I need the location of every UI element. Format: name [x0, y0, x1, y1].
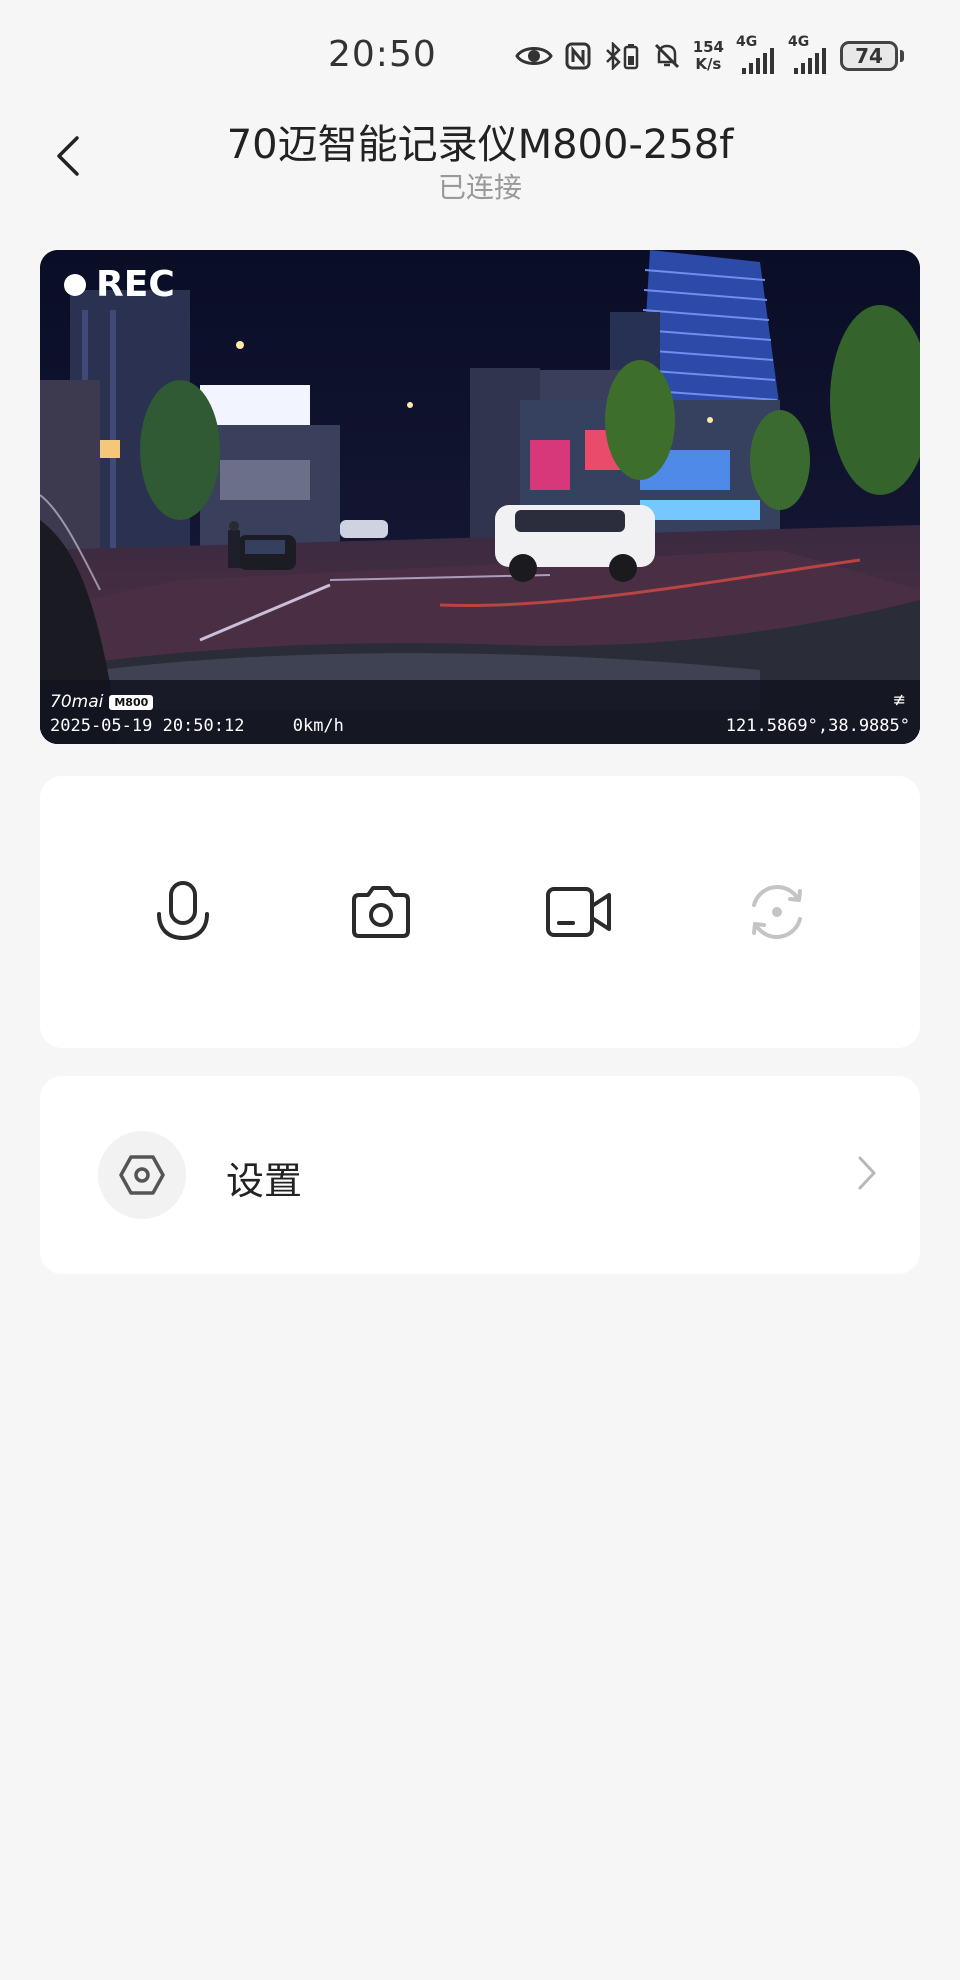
snapshot-button[interactable] — [326, 857, 436, 967]
status-time: 20:50 — [328, 34, 437, 75]
video-watermark-info: 2025-05-19 20:50:12 0km/h 121.5869°,38.9… — [50, 716, 910, 736]
nfc-icon — [565, 36, 591, 76]
status-icons: 154 K/s 4G 4G 74 — [514, 34, 904, 76]
signal-icon: 4G — [736, 34, 776, 76]
eye-icon — [514, 36, 553, 76]
rec-indicator: REC — [64, 264, 175, 305]
record-dot-icon — [64, 273, 86, 296]
status-bar: 20:50 154 K/s 4G 4G 74 — [0, 0, 960, 112]
switch-camera-icon — [752, 885, 802, 939]
chevron-right-icon — [856, 1154, 878, 1196]
camera-icon — [352, 886, 410, 938]
header: 70迈智能记录仪M800-258f 已连接 — [0, 100, 960, 210]
video-coords: 121.5869°,38.9885° — [725, 716, 910, 736]
settings-icon-wrap — [98, 1131, 186, 1219]
connection-status: 已连接 — [437, 171, 522, 204]
video-datetime: 2025-05-19 20:50:12 — [50, 716, 245, 736]
page-title: 70迈智能记录仪M800-258f — [226, 122, 734, 168]
hexagon-settings-icon — [119, 1155, 165, 1195]
settings-label: 设置 — [226, 1159, 303, 1203]
network-speed: 154 K/s — [692, 38, 724, 73]
video-speed: 0km/h — [292, 716, 344, 736]
bluetooth-battery-icon — [603, 36, 641, 76]
mute-icon — [653, 36, 681, 76]
video-record-button[interactable] — [524, 857, 634, 967]
watermark-symbol: ≢ — [892, 690, 906, 709]
dashcam-scene — [40, 250, 920, 744]
microphone-icon — [157, 881, 209, 941]
video-camera-icon — [546, 887, 611, 937]
controls-card — [40, 776, 920, 1048]
switch-camera-button[interactable] — [722, 857, 832, 967]
settings-row[interactable]: 设置 — [40, 1076, 920, 1274]
battery-icon: 74 — [840, 36, 904, 76]
video-watermark-brand: 70mai M800 — [50, 692, 154, 712]
live-video-preview[interactable]: REC 70mai M800 ≢ 2025-05-19 20:50:12 0km… — [40, 250, 920, 744]
microphone-button[interactable] — [128, 857, 238, 967]
signal-icon: 4G — [788, 34, 828, 76]
